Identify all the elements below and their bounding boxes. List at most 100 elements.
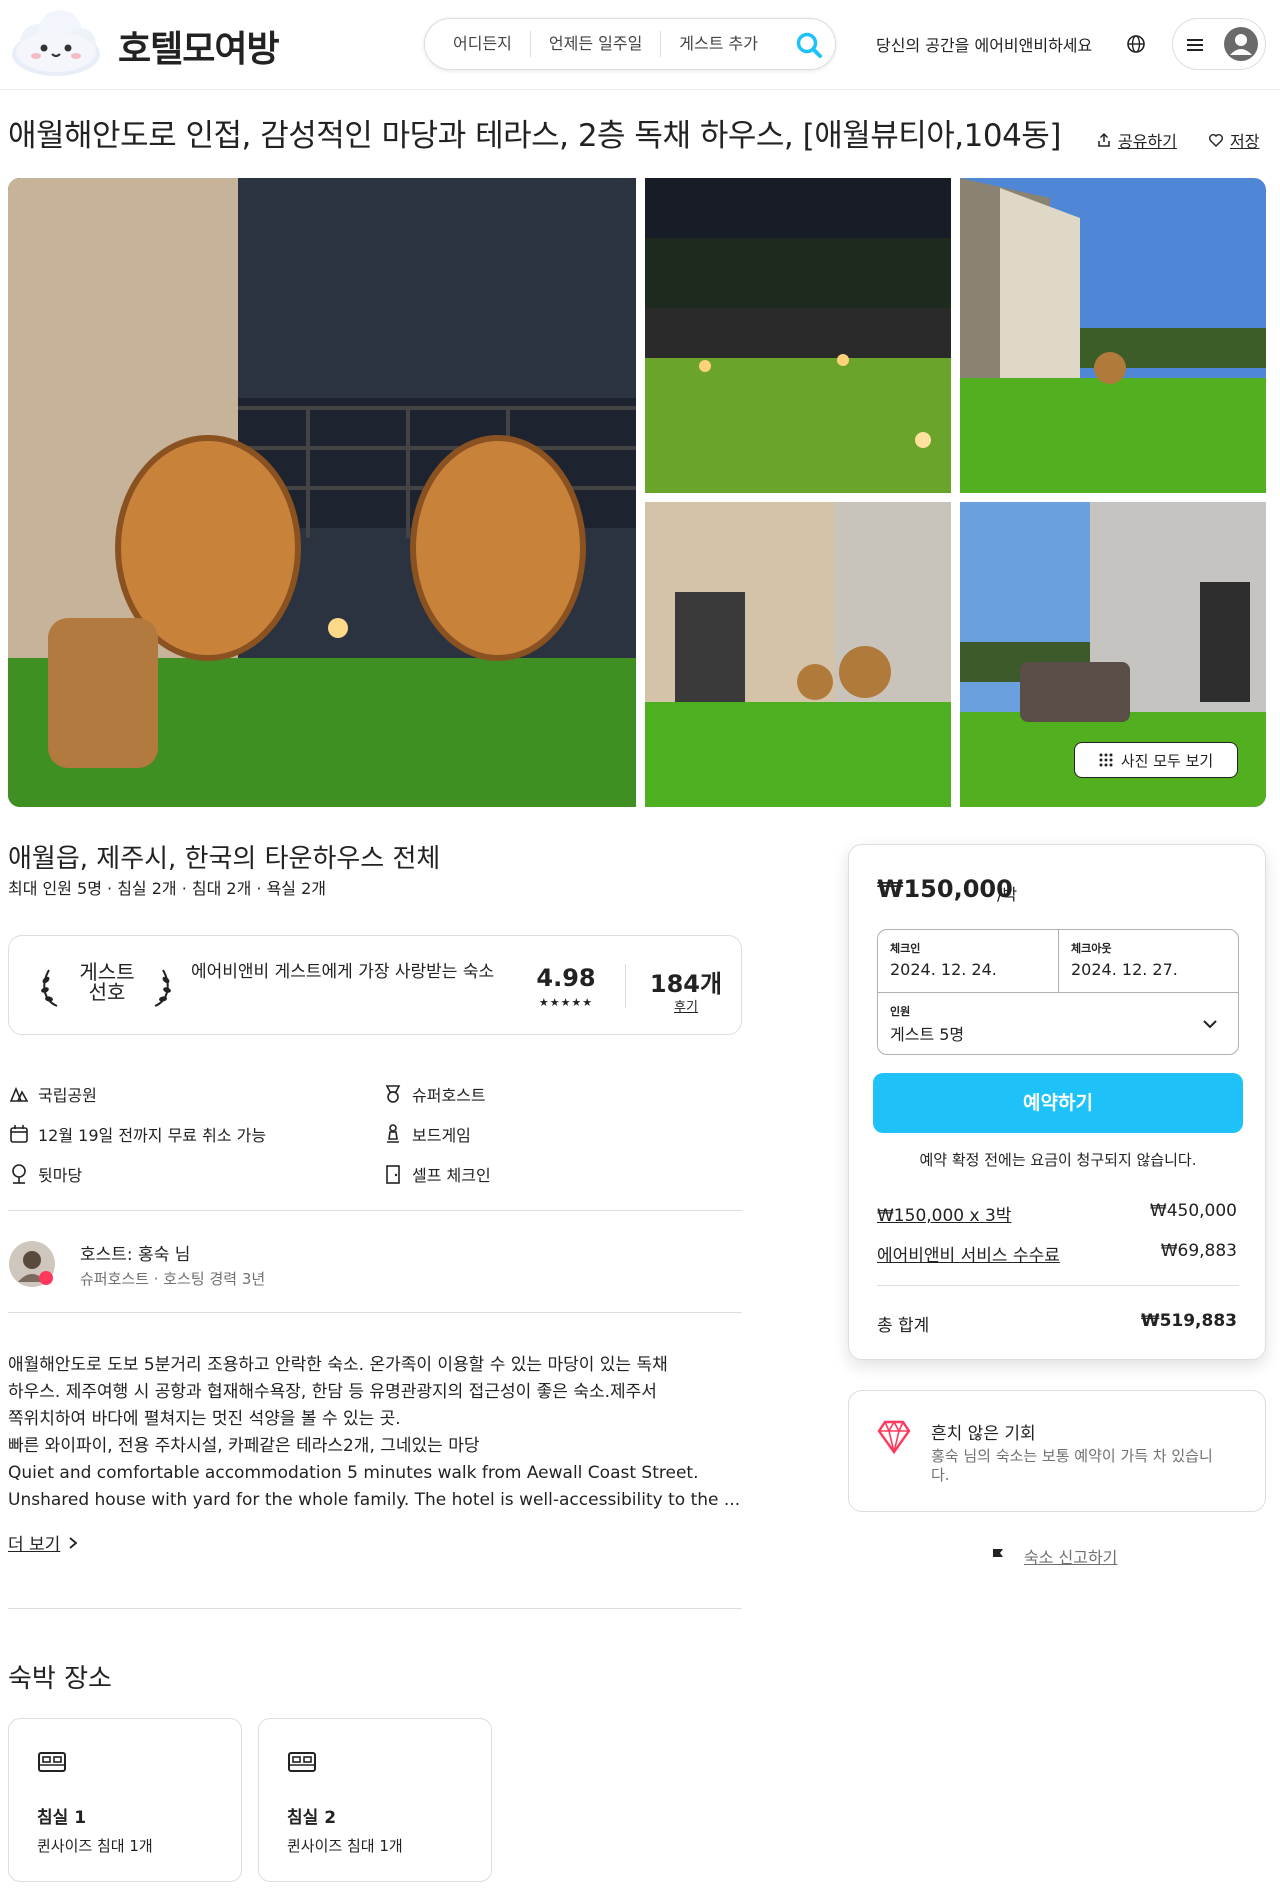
divider (8, 1312, 742, 1313)
host-avatar[interactable] (8, 1240, 56, 1288)
no-charge-notice: 예약 확정 전에는 요금이 청구되지 않습니다. (919, 1151, 1197, 1169)
tree-icon (12, 1164, 26, 1184)
calendar-icon (10, 1125, 28, 1143)
checkout-label: 체크아웃 (1071, 942, 1112, 955)
guests-value: 게스트 5명 (890, 1025, 965, 1044)
guest-favorite-card[interactable]: 게스트 선호 에어비앤비 게스트에게 가장 사랑받는 숙소 4.98 ★★★★★… (8, 935, 742, 1035)
service-fee-value: ₩69,883 (1160, 1241, 1237, 1261)
flag-icon (993, 1549, 1003, 1564)
description-line: 쪽위치하여 바다에 펼쳐지는 멋진 석양을 볼 수 있는 곳. (8, 1409, 401, 1429)
nightly-breakdown-value: ₩450,000 (1149, 1201, 1237, 1221)
nightly-breakdown-link[interactable]: ₩150,000 x 3박 (877, 1201, 1011, 1226)
guest-favorite-label: 게스트 선호 (79, 960, 135, 1004)
bedroom-card: 침실 1 퀸사이즈 침대 1개 (8, 1718, 242, 1882)
search-icon[interactable] (795, 31, 823, 59)
reserve-button[interactable]: 예약하기 (873, 1073, 1243, 1133)
listing-description: 애월해안도로 도보 5분거리 조용하고 안락한 숙소. 온가족이 이용할 수 있… (8, 1352, 742, 1514)
show-more-button[interactable]: 더 보기 (8, 1530, 78, 1555)
search-bar[interactable]: 어디든지 언제든 일주일 게스트 추가 (424, 18, 836, 70)
divider (877, 1285, 1239, 1286)
cloud-logo-icon[interactable] (8, 4, 104, 82)
bed-icon (38, 1752, 66, 1772)
bedroom-bed: 퀸사이즈 침대 1개 (287, 1837, 403, 1855)
diamond-icon (877, 1420, 911, 1455)
highlight-label: 국립공원 (38, 1086, 97, 1105)
guest-favorite-description: 에어비앤비 게스트에게 가장 사랑받는 숙소 (191, 962, 495, 982)
reviews-link[interactable]: 후기 (649, 996, 723, 1015)
show-more-label: 더 보기 (8, 1535, 61, 1555)
grid-dots-icon (1099, 753, 1113, 767)
place-title: 애월읍, 제주시, 한국의 타운하우스 전체 (8, 844, 441, 874)
service-fee-link[interactable]: 에어비앤비 서비스 수수료 (877, 1241, 1060, 1266)
checkin-label: 체크인 (890, 942, 921, 955)
photo-night-lawn[interactable] (645, 178, 951, 493)
bedroom-card: 침실 2 퀸사이즈 침대 1개 (258, 1718, 492, 1882)
rating-stars: ★★★★★ (538, 996, 594, 1009)
report-listing-label: 숙소 신고하기 (1024, 1548, 1118, 1567)
per-night-label: /박 (997, 885, 1018, 904)
guests-dropdown[interactable]: 인원 게스트 5명 (878, 993, 1238, 1055)
checkin-field[interactable]: 체크인 2024. 12. 24. (878, 930, 1058, 992)
divider (8, 1608, 742, 1609)
door-icon (386, 1165, 400, 1184)
hamburger-icon (1187, 39, 1203, 51)
highlight-boardgame: 보드게임 (382, 1122, 471, 1146)
save-label: 저장 (1230, 132, 1260, 151)
rare-find-card: 흔치 않은 기회 홍숙 님의 숙소는 보통 예약이 가득 차 있습니다. (848, 1390, 1266, 1512)
highlight-label: 보드게임 (412, 1126, 471, 1145)
highlight-cancellation: 12월 19일 전까지 무료 취소 가능 (8, 1122, 266, 1146)
heart-icon (1209, 134, 1223, 147)
checkout-value: 2024. 12. 27. (1071, 960, 1178, 979)
show-all-photos-button[interactable]: 사진 모두 보기 (1074, 742, 1238, 778)
description-line: Unshared house with yard for the whole f… (8, 1490, 741, 1510)
booking-card: ₩150,000 /박 체크인 2024. 12. 24. 체크아웃 2024.… (848, 844, 1266, 1360)
medal-icon (385, 1085, 401, 1103)
total-label: 총 합계 (877, 1316, 930, 1336)
globe-icon[interactable] (1124, 32, 1148, 56)
rare-find-description: 홍숙 님의 숙소는 보통 예약이 가득 차 있습니다. (931, 1447, 1213, 1484)
search-guests[interactable]: 게스트 추가 (661, 29, 776, 59)
description-line: 빠른 와이파이, 전용 주차시설, 카페같은 테라스2개, 그네있는 마당 (8, 1436, 480, 1456)
divider (8, 1210, 742, 1211)
photo-door-lawn[interactable] (645, 502, 951, 807)
guests-label: 인원 (890, 1005, 911, 1018)
photo-terrace-day[interactable] (960, 178, 1266, 493)
photo-main-terrace-night[interactable] (8, 178, 636, 807)
total-value: ₩519,883 (1140, 1311, 1237, 1331)
top-nav: 호텔모여방 어디든지 언제든 일주일 게스트 추가 당신의 공간을 에어비앤비하… (0, 0, 1280, 90)
sleeping-section-title: 숙박 장소 (8, 1664, 112, 1694)
checkin-value: 2024. 12. 24. (890, 960, 997, 979)
date-guest-picker: 체크인 2024. 12. 24. 체크아웃 2024. 12. 27. 인원 … (877, 929, 1239, 1055)
bedroom-bed: 퀸사이즈 침대 1개 (37, 1837, 153, 1855)
save-button[interactable]: 저장 (1208, 128, 1259, 152)
chevron-down-icon[interactable] (1200, 1014, 1220, 1034)
become-host-link[interactable]: 당신의 공간을 에어비앤비하세요 (876, 32, 1092, 56)
nightly-price: ₩150,000 (877, 875, 1013, 903)
highlight-backyard: 뒷마당 (8, 1162, 82, 1186)
listing-title: 애월해안도로 인접, 감성적인 마당과 테라스, 2층 독채 하우스, [애월뷰… (8, 118, 1061, 154)
host-subtitle: 슈퍼호스트 · 호스팅 경력 3년 (80, 1270, 266, 1288)
share-label: 공유하기 (1118, 132, 1177, 151)
brand-name[interactable]: 호텔모여방 (118, 20, 280, 72)
user-menu-button[interactable] (1172, 18, 1266, 70)
rare-find-title: 흔치 않은 기회 (931, 1424, 1036, 1444)
host-name[interactable]: 호스트: 홍숙 님 (80, 1240, 190, 1265)
search-when[interactable]: 언제든 일주일 (531, 29, 660, 59)
share-icon (1098, 132, 1110, 147)
description-line: Quiet and comfortable accommodation 5 mi… (8, 1463, 699, 1483)
bedroom-name: 침실 2 (287, 1808, 337, 1828)
highlight-superhost: 슈퍼호스트 (382, 1082, 486, 1106)
share-button[interactable]: 공유하기 (1096, 128, 1177, 152)
highlight-label: 셀프 체크인 (412, 1166, 491, 1185)
highlight-self-checkin: 셀프 체크인 (382, 1162, 491, 1186)
checkout-field[interactable]: 체크아웃 2024. 12. 27. (1059, 930, 1239, 992)
chess-icon (387, 1124, 399, 1143)
search-where[interactable]: 어디든지 (425, 29, 530, 59)
user-avatar-icon (1224, 27, 1258, 61)
chevron-right-icon (69, 1536, 78, 1549)
place-summary: 최대 인원 5명 · 침실 2개 · 침대 2개 · 욕실 2개 (8, 879, 327, 898)
divider (625, 964, 626, 1008)
report-listing-button[interactable]: 숙소 신고하기 (990, 1544, 1117, 1568)
highlight-park: 국립공원 (8, 1082, 97, 1106)
laurel-right-icon (154, 969, 171, 1007)
